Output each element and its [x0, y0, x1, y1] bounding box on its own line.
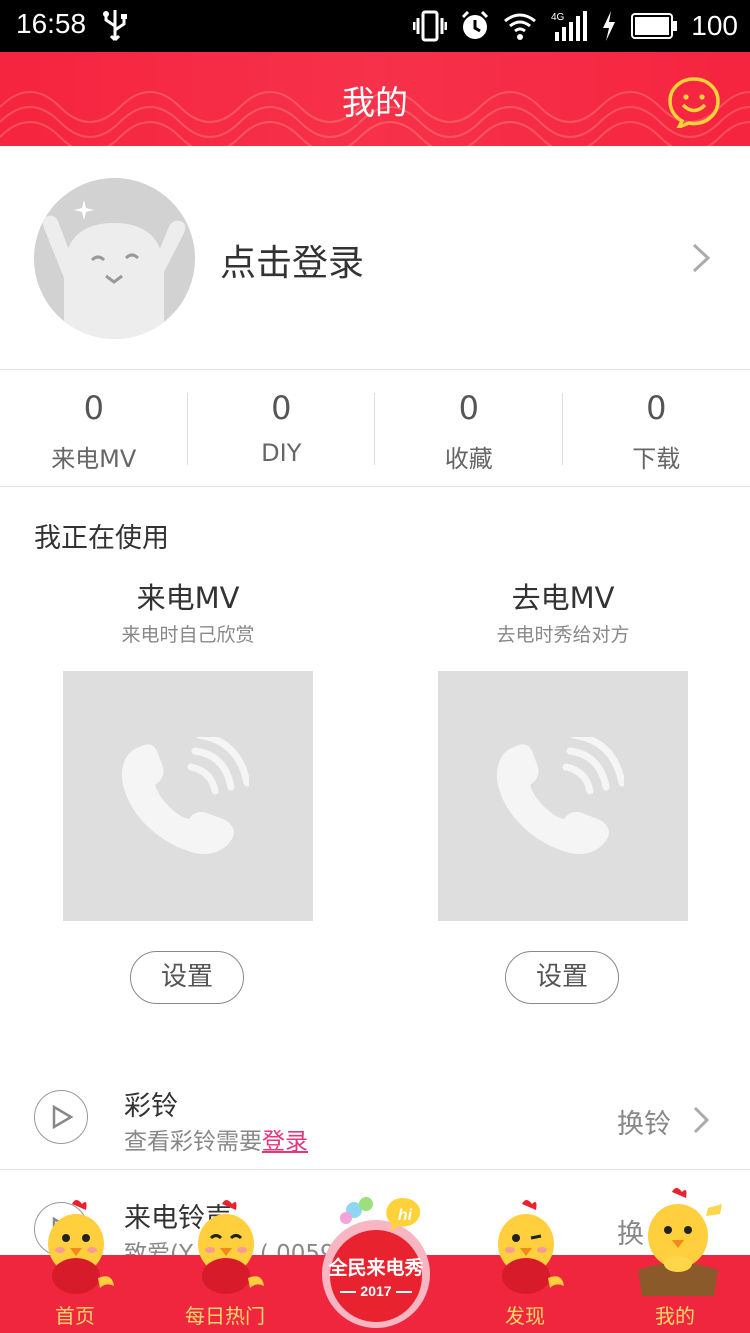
mv-subtitle: 去电时秀给对方 [496, 624, 630, 646]
status-time: 16:58 [16, 8, 87, 39]
tab-daily-hot[interactable]: 每日热门 [150, 1300, 300, 1329]
stat-value: 0 [458, 389, 479, 427]
chick-mascot-selected-icon [638, 1188, 722, 1296]
row-title: 彩铃 [124, 1091, 178, 1122]
tab-mine[interactable]: 我的 [600, 1300, 750, 1329]
battery-icon [631, 13, 678, 39]
stat-incoming-mv[interactable]: 0 来电MV [0, 371, 188, 486]
badge-title-text: 全民来电秀 [327, 1256, 424, 1279]
chevron-right-icon[interactable] [692, 1106, 710, 1134]
stat-label: DIY [261, 439, 302, 467]
play-icon [52, 1105, 74, 1129]
change-tone-button[interactable]: 换铃 [617, 1102, 671, 1141]
row-subtitle: 查看彩铃需要登录 [124, 1122, 308, 1156]
tab-home[interactable]: 首页 [0, 1300, 150, 1329]
phone-call-icon [121, 737, 249, 855]
center-promo-badge[interactable]: hi 全民来电秀 2017 [310, 1196, 444, 1330]
stat-downloads[interactable]: 0 下载 [563, 371, 750, 486]
vibrate-icon [413, 10, 448, 42]
chick-mascot-icon [48, 1200, 114, 1294]
outgoing-mv-card: 去电MV 去电时秀给对方 设置 [438, 578, 688, 1004]
chick-mascot-icon [498, 1200, 564, 1294]
phone-call-icon [496, 737, 624, 855]
section-title-in-use: 我正在使用 [34, 523, 169, 554]
default-avatar-icon [34, 178, 195, 339]
stat-favorites[interactable]: 0 收藏 [375, 371, 563, 486]
chevron-right-icon[interactable] [690, 242, 712, 274]
mv-preview[interactable] [438, 671, 688, 921]
wifi-icon [504, 13, 537, 40]
set-incoming-mv-button[interactable]: 设置 [130, 951, 244, 1004]
charging-icon [603, 11, 616, 41]
mv-preview[interactable] [63, 671, 313, 921]
stat-diy[interactable]: 0 DIY [188, 371, 375, 486]
profile-section[interactable]: 点击登录 [0, 146, 750, 370]
signal-icon: 4G [551, 11, 588, 41]
login-link[interactable]: 登录 [262, 1129, 308, 1155]
stat-label: 来电MV [51, 445, 137, 473]
stat-value: 0 [83, 389, 104, 427]
incoming-mv-card: 来电MV 来电时自己欣赏 设置 [63, 578, 313, 1004]
login-prompt[interactable]: 点击登录 [220, 234, 364, 286]
status-bar: 16:58 4G 100 [0, 0, 750, 52]
chick-mascot-icon [198, 1200, 264, 1294]
stat-value: 0 [646, 389, 667, 427]
stat-value: 0 [271, 389, 292, 427]
set-outgoing-mv-button[interactable]: 设置 [505, 951, 619, 1004]
mv-title: 来电MV [136, 581, 240, 615]
stats-bar: 0 来电MV 0 DIY 0 收藏 0 下载 [0, 371, 750, 487]
badge-hi-text: hi [398, 1207, 413, 1224]
row-subtitle-text: 查看彩铃需要 [124, 1129, 262, 1155]
badge-year-text: 2017 [360, 1283, 391, 1299]
mv-subtitle: 来电时自己欣赏 [121, 624, 255, 646]
ringback-tone-row[interactable]: 彩铃 查看彩铃需要登录 换铃 [0, 1070, 750, 1170]
smile-face-icon[interactable] [667, 76, 721, 128]
usb-icon [103, 10, 127, 42]
mv-title: 去电MV [511, 581, 615, 615]
tab-discover[interactable]: 发现 [450, 1300, 600, 1329]
play-button[interactable] [34, 1090, 88, 1144]
app-header: 我的 [0, 52, 750, 146]
svg-text:4G: 4G [551, 12, 565, 23]
alarm-icon [462, 11, 489, 39]
stat-label: 收藏 [444, 445, 493, 473]
avatar[interactable] [34, 178, 195, 339]
stat-label: 下载 [632, 445, 681, 473]
battery-percent: 100 [691, 10, 738, 41]
page-title: 我的 [342, 83, 408, 122]
